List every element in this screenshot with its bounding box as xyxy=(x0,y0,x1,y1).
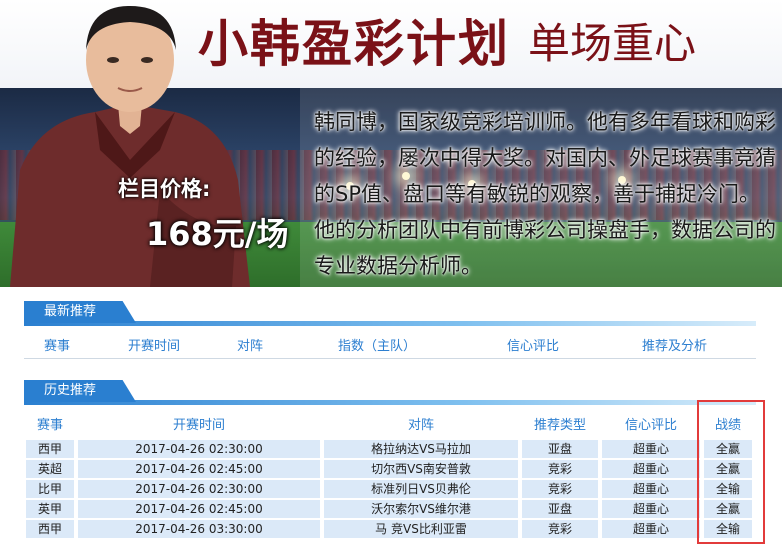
cell-time: 2017-04-26 02:45:00 xyxy=(78,500,320,518)
result-column-highlight xyxy=(697,400,765,544)
cell-time: 2017-04-26 03:30:00 xyxy=(78,520,320,538)
history-table: 西甲 2017-04-26 02:30:00 格拉纳达VS马拉加 亚盘 超重心 … xyxy=(24,439,756,539)
latest-col-index: 指数（主队） xyxy=(338,339,417,354)
price-value: 168元/场 xyxy=(146,215,289,253)
history-col-time: 开赛时间 xyxy=(172,418,225,433)
table-row: 西甲 2017-04-26 02:30:00 格拉纳达VS马拉加 亚盘 超重心 … xyxy=(24,439,756,459)
cell-type: 亚盘 xyxy=(522,500,598,518)
table-row: 西甲 2017-04-26 03:30:00 马 竞VS比利亚雷 竞彩 超重心 … xyxy=(24,519,756,539)
latest-col-time: 开赛时间 xyxy=(128,339,181,354)
cell-league: 西甲 xyxy=(26,440,74,458)
cell-confidence: 超重心 xyxy=(602,440,700,458)
cell-league: 英超 xyxy=(26,460,74,478)
history-col-type: 推荐类型 xyxy=(533,418,586,433)
program-title: 小韩盈彩计划 xyxy=(198,14,510,73)
cell-type: 竞彩 xyxy=(522,480,598,498)
tab-history[interactable]: 历史推荐 xyxy=(24,380,136,402)
tab-latest[interactable]: 最新推荐 xyxy=(24,301,136,323)
program-subtitle: 单场重心 xyxy=(528,19,697,68)
cell-league: 西甲 xyxy=(26,520,74,538)
history-col-confidence: 信心评比 xyxy=(624,418,677,433)
cell-match: 格拉纳达VS马拉加 xyxy=(324,440,518,458)
cell-confidence: 超重心 xyxy=(602,460,700,478)
cell-league: 英甲 xyxy=(26,500,74,518)
promo-banner: 小韩盈彩计划 单场重心 栏目价格: 168元/场 韩同博，国家级竞彩培训师。他有… xyxy=(0,0,782,287)
latest-col-league: 赛事 xyxy=(44,339,71,354)
price-label: 栏目价格: xyxy=(118,177,211,201)
latest-col-confidence: 信心评比 xyxy=(507,339,560,354)
cell-type: 竞彩 xyxy=(522,460,598,478)
cell-confidence: 超重心 xyxy=(602,520,700,538)
table-row: 英超 2017-04-26 02:45:00 切尔西VS南安普敦 竞彩 超重心 … xyxy=(24,459,756,479)
latest-col-analysis: 推荐及分析 xyxy=(642,339,708,354)
cell-match: 标准列日VS贝弗伦 xyxy=(324,480,518,498)
analyst-intro: 韩同博，国家级竞彩培训师。他有多年看球和购彩的经验，屡次中得大奖。对国内、外足球… xyxy=(314,110,776,278)
latest-col-match: 对阵 xyxy=(237,339,264,354)
cell-confidence: 超重心 xyxy=(602,480,700,498)
cell-league: 比甲 xyxy=(26,480,74,498)
cell-type: 亚盘 xyxy=(522,440,598,458)
cell-match: 沃尔索尔VS维尔港 xyxy=(324,500,518,518)
cell-time: 2017-04-26 02:45:00 xyxy=(78,460,320,478)
history-col-match: 对阵 xyxy=(407,418,434,433)
history-section-header: 历史推荐 xyxy=(24,380,756,406)
cell-time: 2017-04-26 02:30:00 xyxy=(78,480,320,498)
cell-match: 马 竞VS比利亚雷 xyxy=(324,520,518,538)
latest-section-header: 最新推荐 xyxy=(24,301,756,327)
cell-match: 切尔西VS南安普敦 xyxy=(324,460,518,478)
cell-time: 2017-04-26 02:30:00 xyxy=(78,440,320,458)
table-row: 比甲 2017-04-26 02:30:00 标准列日VS贝弗伦 竞彩 超重心 … xyxy=(24,479,756,499)
table-row: 英甲 2017-04-26 02:45:00 沃尔索尔VS维尔港 亚盘 超重心 … xyxy=(24,499,756,519)
cell-type: 竞彩 xyxy=(522,520,598,538)
cell-confidence: 超重心 xyxy=(602,500,700,518)
history-col-league: 赛事 xyxy=(36,418,63,433)
latest-divider xyxy=(24,358,756,359)
